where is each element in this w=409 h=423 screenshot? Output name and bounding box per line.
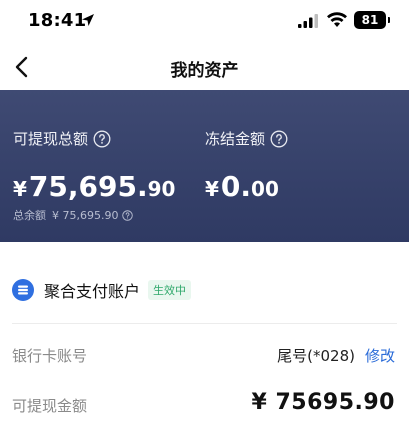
frozen-amount: ¥ 0. 00	[205, 170, 279, 203]
help-circle-icon[interactable]	[122, 209, 134, 221]
balance-card: 可提现总额 ¥ 75,695. 90 总余额 ¥ 75,695.90 冻结金额	[0, 90, 409, 242]
total-balance-value: ¥ 75,695.90	[52, 208, 119, 222]
frozen-amount-label-row: 冻结金额	[205, 128, 288, 149]
status-time: 18:41	[28, 10, 87, 31]
frozen-amount-label: 冻结金额	[205, 130, 266, 148]
amount-decimal: 00	[251, 177, 279, 201]
payment-account-icon	[12, 279, 34, 301]
total-balance-label: 总余额	[13, 209, 46, 222]
page-title: 我的资产	[170, 61, 239, 81]
edit-bank-card-link[interactable]: 修改	[365, 345, 395, 366]
withdrawable-total-amount: ¥ 75,695. 90	[13, 170, 175, 203]
amount-decimal: 90	[147, 177, 176, 201]
bank-card-label: 银行卡账号	[12, 347, 88, 365]
account-section: 聚合支付账户 生效中 银行卡账号 尾号(*028) 修改 可提现金额 ¥ 756…	[0, 242, 409, 423]
bank-card-info: 尾号(*028) 修改	[277, 345, 395, 366]
withdrawable-amount-label: 可提现金额	[12, 397, 88, 415]
account-header: 聚合支付账户 生效中	[12, 278, 192, 302]
wifi-icon	[327, 12, 347, 27]
amount-integer: 75,695.	[28, 170, 148, 203]
withdrawable-total-label: 可提现总额	[13, 130, 89, 148]
currency-symbol: ¥	[13, 177, 27, 201]
amount-integer: 0.	[220, 170, 252, 203]
bank-card-tail-number: 尾号(*028)	[277, 347, 355, 365]
help-circle-icon[interactable]	[93, 130, 111, 148]
divider	[12, 323, 397, 324]
location-arrow-icon	[82, 14, 94, 26]
battery-indicator: 81	[354, 11, 390, 29]
withdrawable-amount-value: ¥ 75695.90	[251, 390, 395, 415]
status-bar: 18:41 81	[0, 0, 409, 44]
status-badge: 生效中	[148, 280, 192, 300]
help-circle-icon[interactable]	[270, 130, 288, 148]
cellular-signal-icon	[298, 14, 318, 28]
nav-bar: 我的资产	[0, 44, 409, 90]
currency-symbol: ¥	[205, 177, 219, 201]
withdrawable-total-label-row: 可提现总额	[13, 128, 111, 149]
account-title: 聚合支付账户	[44, 282, 141, 301]
total-balance-row: 总余额 ¥ 75,695.90	[13, 207, 134, 223]
